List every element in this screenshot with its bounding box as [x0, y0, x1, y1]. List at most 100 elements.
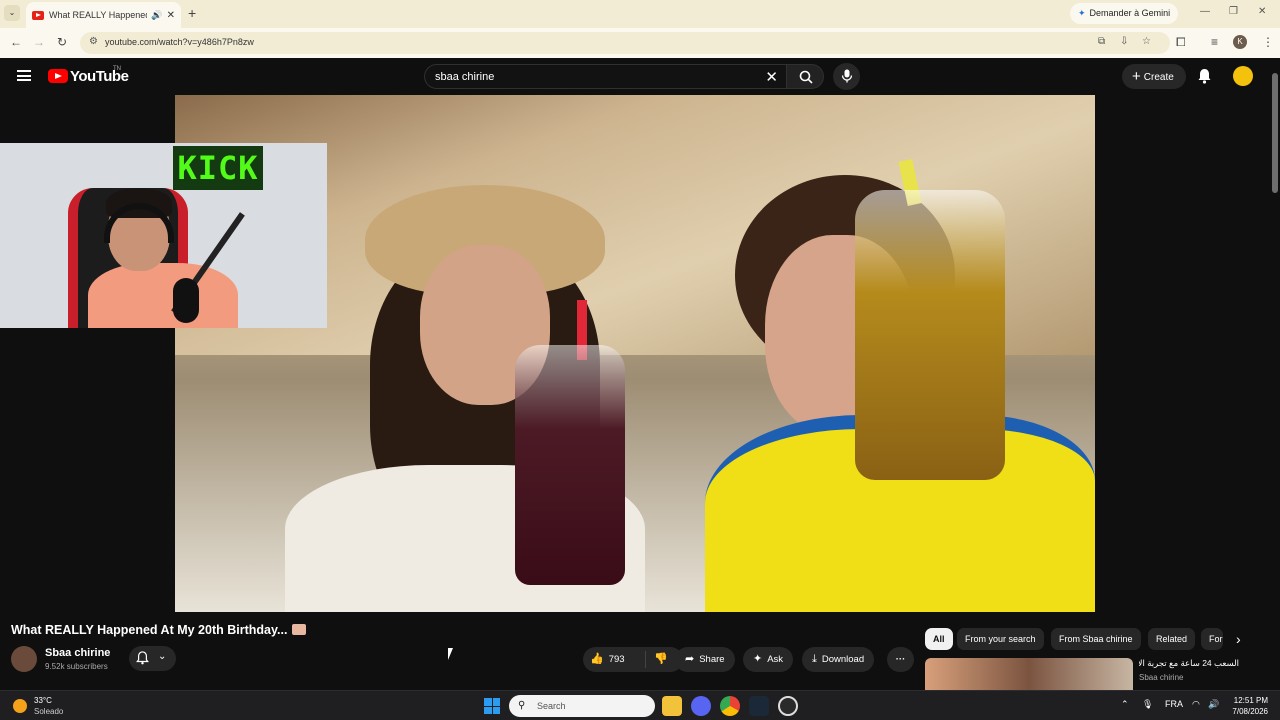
input-language[interactable]: FRA [1165, 699, 1183, 709]
chip-from-your-search[interactable]: From your search [957, 628, 1044, 650]
ask-button[interactable]: ✦ Ask [743, 647, 794, 672]
chip-related[interactable]: Related [1148, 628, 1196, 650]
steam-icon[interactable] [749, 696, 769, 716]
clock-time: 12:51 PM [1233, 696, 1268, 705]
ask-label: Ask [767, 654, 784, 665]
sun-weather-icon[interactable] [13, 699, 27, 713]
obs-icon[interactable] [778, 696, 798, 716]
subscription-notifications-button[interactable]: ⌄ [129, 646, 176, 671]
taskbar-search-input[interactable]: ⚲ Search [509, 695, 655, 717]
youtube-header: YouTube TN sbaa chirine ✕ + Create [0, 58, 1280, 95]
chevron-right-icon[interactable]: › [1236, 631, 1241, 647]
search-query: sbaa chirine [435, 71, 495, 83]
like-dislike-group: 👍 793 👎 [583, 647, 683, 672]
extensions-icon[interactable]: ⧠ [1176, 35, 1186, 50]
scrollbar-thumb[interactable] [1272, 73, 1278, 193]
voice-search-button[interactable] [833, 63, 860, 90]
forward-arrow-icon[interactable]: → [33, 35, 45, 49]
share-label: Share [699, 654, 725, 665]
video-title: What REALLY Happened At My 20th Birthday… [11, 623, 307, 637]
install-app-icon[interactable]: ⇩ [1120, 36, 1128, 47]
discord-icon[interactable] [691, 696, 711, 716]
gemini-button[interactable]: ✦ Demander à Gemini [1070, 3, 1179, 24]
translate-icon[interactable]: ⧉ [1098, 36, 1105, 47]
browser-tab-active[interactable]: What REALLY Happened At 🔊 ✕ [26, 2, 181, 28]
audio-playing-icon[interactable]: 🔊 [151, 10, 162, 21]
weather-temperature[interactable]: 33°C [34, 696, 52, 705]
kick-logo: KICK [173, 146, 263, 190]
subscriber-count: 9.52k subscribers [45, 662, 108, 671]
minimize-icon[interactable]: — [1200, 6, 1210, 17]
tab-search-button[interactable]: ⌄ [4, 5, 20, 21]
maximize-icon[interactable]: ❐ [1229, 6, 1238, 17]
browser-toolbar: ← → ↻ ⚙ youtube.com/watch?v=y486h7Pn8zw … [0, 28, 1280, 58]
chrome-icon[interactable] [720, 696, 740, 716]
birthday-cake-emoji-icon [292, 624, 307, 635]
sparkle-icon: ✦ [753, 653, 763, 665]
reload-icon[interactable]: ↻ [57, 35, 67, 49]
volume-icon[interactable]: 🔊 [1208, 699, 1219, 710]
wifi-icon[interactable]: ◠ [1192, 699, 1200, 710]
channel-avatar[interactable] [11, 646, 37, 672]
video-info-section: What REALLY Happened At My 20th Birthday… [0, 612, 1280, 690]
thumbs-up-icon: 👍 [590, 653, 604, 665]
windows-start-icon[interactable] [484, 698, 500, 714]
close-tab-icon[interactable]: ✕ [167, 10, 175, 21]
hamburger-menu-icon[interactable] [17, 70, 31, 81]
tray-chevron-up-icon[interactable]: ⌃ [1121, 699, 1129, 710]
chip-from-channel[interactable]: From Sbaa chirine [1051, 628, 1141, 650]
share-button[interactable]: ➦ Share [675, 647, 735, 672]
download-icon: ⤓ [812, 653, 817, 665]
gemini-sparkle-icon: ✦ [1078, 8, 1086, 18]
chevron-down-icon: ⌄ [158, 651, 167, 662]
tab-title: What REALLY Happened At [49, 10, 148, 20]
bookmark-star-icon[interactable]: ☆ [1142, 36, 1151, 47]
clear-search-icon[interactable]: ✕ [765, 68, 778, 86]
search-icon: ⚲ [518, 700, 526, 711]
channel-name[interactable]: Sbaa chirine [45, 647, 110, 659]
site-info-icon[interactable]: ⚙ [89, 36, 98, 47]
address-bar[interactable]: ⚙ youtube.com/watch?v=y486h7Pn8zw ⧉ ⇩ ☆ [80, 32, 1170, 54]
system-clock[interactable]: 12:51 PM 7/08/2026 [1228, 695, 1268, 717]
recommended-video-title[interactable]: السعب 24 ساعة مع تجربة الاق [1139, 658, 1239, 669]
country-code: TN [113, 66, 121, 72]
chip-all[interactable]: All [925, 628, 953, 650]
plus-icon: + [1132, 68, 1141, 85]
recommended-video-channel[interactable]: Sbaa chirine [1139, 673, 1183, 682]
weather-description[interactable]: Soleado [34, 707, 63, 716]
close-window-icon[interactable]: ✕ [1258, 6, 1266, 17]
notifications-bell-icon[interactable] [1197, 68, 1212, 84]
new-tab-button[interactable]: + [188, 5, 196, 21]
more-actions-button[interactable]: ··· [887, 647, 914, 672]
create-button[interactable]: + Create [1122, 64, 1186, 89]
search-input[interactable]: sbaa chirine ✕ [424, 64, 786, 89]
taskbar-search-placeholder: Search [537, 701, 566, 711]
thumbs-down-icon: 👎 [654, 653, 668, 665]
dislike-button[interactable]: 👎 [645, 651, 668, 668]
video-frame-drink [515, 345, 625, 585]
gemini-label: Demander à Gemini [1089, 8, 1171, 18]
browser-menu-icon[interactable]: ⋮ [1262, 35, 1274, 49]
recommended-video-thumbnail[interactable] [925, 658, 1133, 690]
like-button[interactable]: 👍 793 [590, 653, 625, 665]
video-title-text: What REALLY Happened At My 20th Birthday… [11, 623, 288, 637]
back-arrow-icon[interactable]: ← [10, 35, 22, 49]
media-control-icon[interactable]: ≡ [1211, 35, 1218, 49]
streamer-body [88, 263, 238, 328]
page-scrollbar[interactable] [1270, 58, 1280, 690]
search-icon [799, 70, 813, 84]
search-button[interactable] [786, 64, 824, 89]
user-avatar[interactable] [1233, 66, 1253, 86]
download-button[interactable]: ⤓ Download [802, 647, 875, 672]
tray-microphone-icon[interactable]: 🎙 [1142, 699, 1153, 710]
file-explorer-icon[interactable] [662, 696, 682, 716]
profile-avatar[interactable]: K [1233, 35, 1247, 49]
chip-for-you[interactable]: For [1201, 628, 1223, 650]
more-horizontal-icon: ··· [895, 654, 906, 665]
browser-tab-strip: ⌄ What REALLY Happened At 🔊 ✕ + ✦Demande… [0, 0, 1280, 28]
microphone-icon [841, 69, 853, 83]
create-label: Create [1143, 72, 1174, 83]
share-arrow-icon: ➦ [685, 653, 695, 665]
youtube-logo-icon[interactable] [48, 69, 68, 83]
mouse-cursor-icon [448, 648, 453, 660]
